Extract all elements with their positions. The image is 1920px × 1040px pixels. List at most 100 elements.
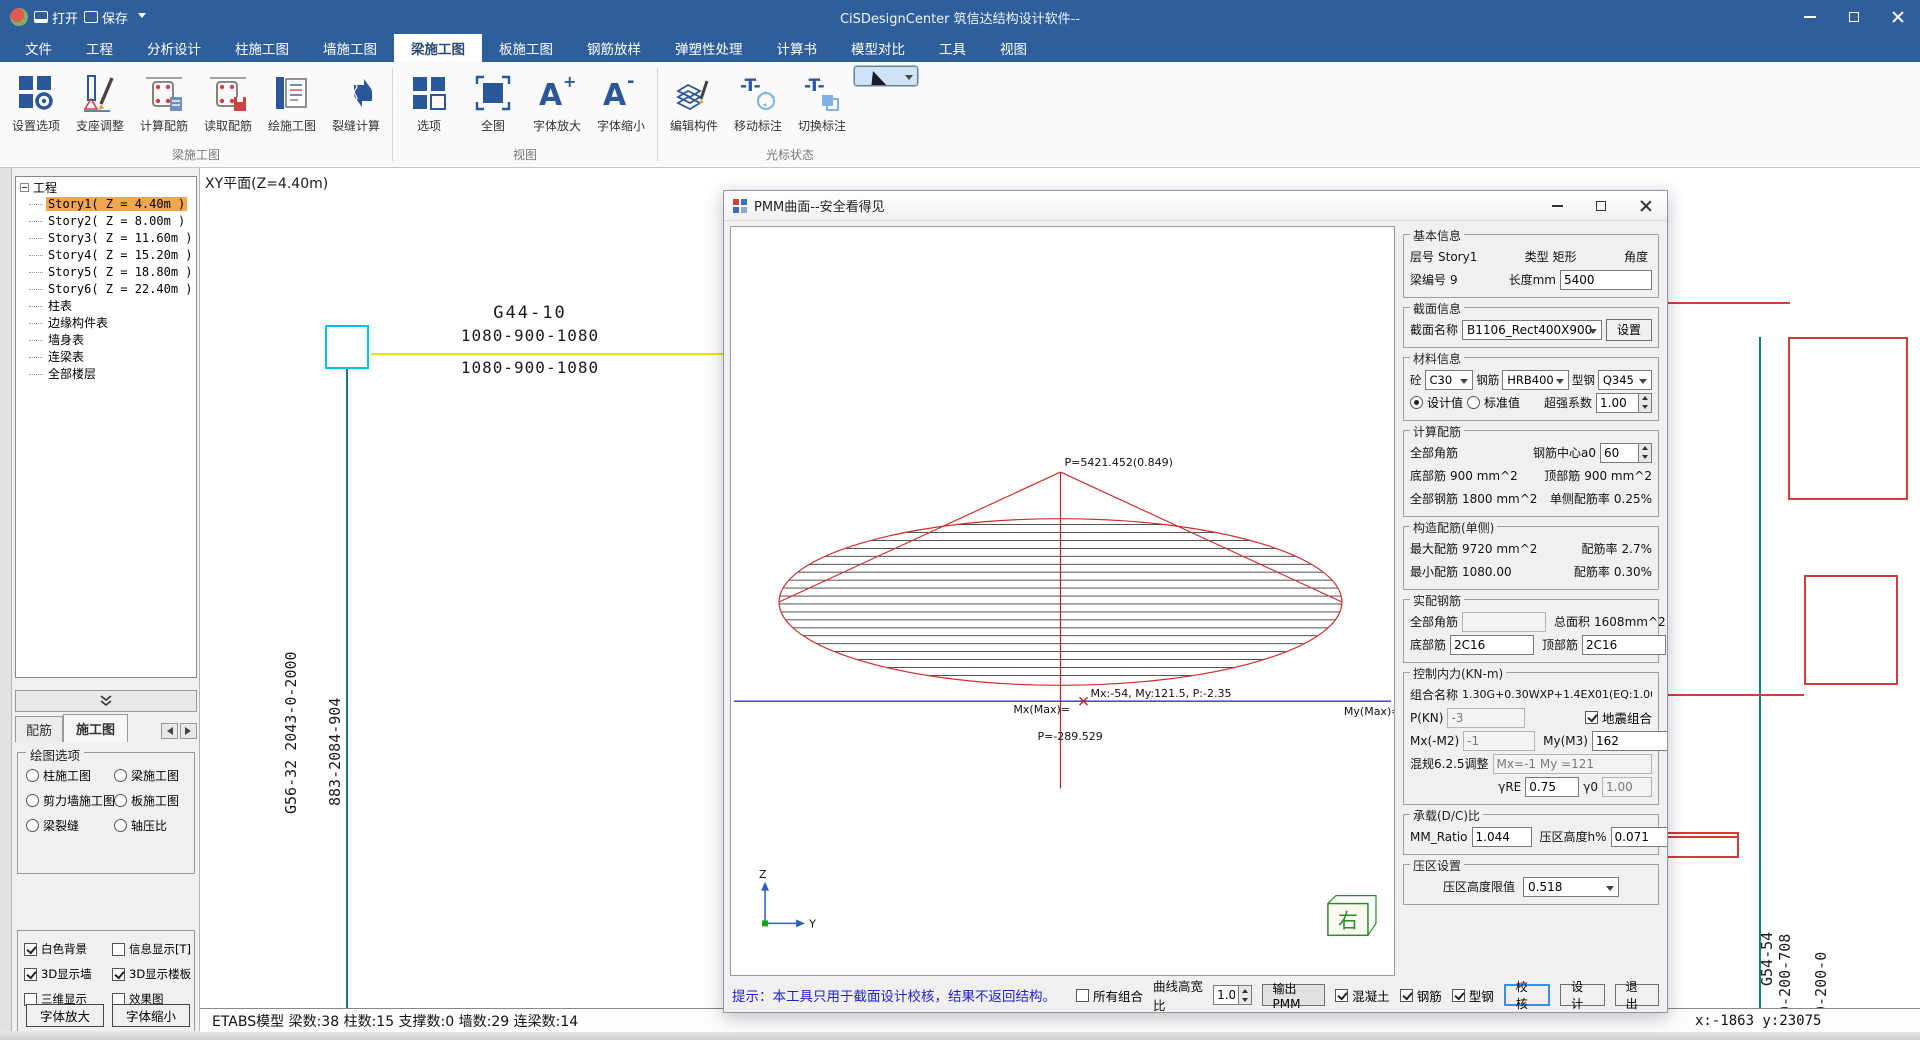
draw-option-radio-1[interactable]: 柱施工图 (26, 767, 114, 784)
ribbon-button-select-cursor[interactable]: 选择实体 (854, 66, 918, 86)
export-pmm-button[interactable]: 输出PMM (1262, 984, 1326, 1006)
menu-tab-1[interactable]: 文件 (8, 34, 69, 62)
menu-tab-9[interactable]: 弹塑性处理 (658, 34, 760, 62)
menu-tab-5[interactable]: 墙施工图 (306, 34, 394, 62)
tree-item-8[interactable]: 边缘构件表 (20, 315, 196, 332)
quake-combo-checkbox[interactable]: 地震组合 (1585, 708, 1652, 727)
font-enlarge-button[interactable]: 字体放大 (26, 1004, 104, 1027)
compression-limit-select[interactable]: 0.518 (1523, 877, 1619, 897)
steel-checkbox[interactable]: 型钢 (1452, 986, 1494, 1005)
tree-item-7[interactable]: 柱表 (20, 298, 196, 315)
save-button[interactable]: 保存 (84, 8, 128, 27)
menu-tab-13[interactable]: 视图 (983, 34, 1044, 62)
rebar-grade-select[interactable]: HRB400 (1502, 370, 1569, 390)
ribbon-button-draw-sheet[interactable]: 绘施工图 (260, 66, 324, 137)
draw-option-radio-6[interactable]: 轴压比 (114, 817, 198, 834)
tabs-scroll-left-button[interactable] (161, 723, 178, 739)
actual-corner-input[interactable] (1462, 612, 1546, 632)
font-shrink-button[interactable]: 字体缩小 (112, 1004, 190, 1027)
p-force-input[interactable] (1447, 708, 1525, 728)
ribbon-button-font-plus[interactable]: A+字体放大 (525, 66, 589, 137)
ribbon-button-grid[interactable]: 选项 (397, 66, 461, 137)
overstrength-spinner[interactable] (1596, 393, 1652, 413)
tree-root[interactable]: 工程 (20, 179, 196, 196)
menu-tab-8[interactable]: 钢筋放样 (570, 34, 658, 62)
ribbon-button-section-read[interactable]: 读取配筋 (196, 66, 260, 137)
open-button[interactable]: 打开 (34, 8, 78, 27)
tree-item-5[interactable]: Story5( Z = 18.80m ) (20, 264, 196, 281)
actual-top-input[interactable] (1582, 635, 1666, 655)
tree-item-10[interactable]: 连梁表 (20, 349, 196, 366)
menu-tab-12[interactable]: 工具 (922, 34, 983, 62)
section-name-select[interactable]: B1106_Rect400X900 (1462, 320, 1602, 340)
pmm-chart[interactable]: P=5421.452(0.849) Mx(Max)= P=-289.529 Mx… (730, 226, 1395, 976)
tree-item-2[interactable]: Story2( Z = 8.00m ) (20, 213, 196, 230)
dialog-maximize-button[interactable] (1579, 191, 1623, 221)
tree-item-4[interactable]: Story4( Z = 15.20m ) (20, 247, 196, 264)
menu-tab-2[interactable]: 工程 (69, 34, 130, 62)
exit-button[interactable]: 退出 (1615, 984, 1659, 1006)
tabs-scroll-right-button[interactable] (180, 723, 197, 739)
gamma-re-input[interactable] (1525, 777, 1579, 797)
tree-item-9[interactable]: 墙身表 (20, 332, 196, 349)
concrete-checkbox[interactable]: 混凝土 (1335, 986, 1390, 1005)
rebar-checkbox[interactable]: 钢筋 (1400, 986, 1442, 1005)
menu-tab-3[interactable]: 分析设计 (130, 34, 218, 62)
ribbon-button-grid-gear[interactable]: 设置选项 (4, 66, 68, 137)
project-tree[interactable]: 工程 Story1( Z = 4.40m )Story2( Z = 8.00m … (15, 176, 197, 678)
code-adjust-input[interactable] (1493, 754, 1652, 774)
ribbon-button-font-minus[interactable]: A-字体缩小 (589, 66, 653, 137)
quick-access-dropdown-icon[interactable] (138, 13, 146, 22)
menu-tab-11[interactable]: 模型对比 (834, 34, 922, 62)
ribbon-button-section-calc[interactable]: 计算配筋 (132, 66, 196, 137)
aspect-ratio-spinner[interactable] (1213, 985, 1251, 1005)
menu-tab-7[interactable]: 板施工图 (482, 34, 570, 62)
mm-ratio-input[interactable] (1472, 827, 1532, 847)
compression-height-input[interactable] (1611, 827, 1667, 847)
draw-option-radio-5[interactable]: 梁裂缝 (26, 817, 114, 834)
actual-bottom-input[interactable] (1450, 635, 1534, 655)
display-option-checkbox-3[interactable]: 3D显示墙 (24, 966, 112, 982)
draw-option-radio-4[interactable]: 板施工图 (114, 792, 198, 809)
tree-item-1[interactable]: Story1( Z = 4.40m ) (20, 196, 196, 213)
dialog-title-bar[interactable]: PMM曲面--安全看得见 (724, 191, 1667, 221)
maximize-button[interactable] (1832, 0, 1876, 34)
dialog-close-button[interactable] (1623, 191, 1667, 221)
my-input[interactable] (1592, 731, 1667, 751)
draw-option-radio-2[interactable]: 梁施工图 (114, 767, 198, 784)
design-button[interactable]: 设计 (1560, 984, 1604, 1006)
design-value-radio[interactable]: 设计值 (1410, 394, 1463, 411)
ribbon-button-crack-calc[interactable]: 裂缝计算 (324, 66, 388, 137)
tree-item-6[interactable]: Story6( Z = 22.40m ) (20, 281, 196, 298)
display-option-checkbox-2[interactable]: 信息显示[T] (112, 941, 196, 957)
tab-construction-drawing[interactable]: 施工图 (63, 714, 128, 742)
gamma-0-input[interactable] (1602, 777, 1652, 797)
tree-item-11[interactable]: 全部楼层 (20, 366, 196, 383)
section-settings-button[interactable]: 设置 (1606, 319, 1652, 341)
rebar-center-spinner[interactable] (1600, 443, 1652, 463)
ribbon-button-fit-view[interactable]: 全图 (461, 66, 525, 137)
minimize-button[interactable] (1788, 0, 1832, 34)
ribbon-button-edit-member[interactable]: 编辑构件 (662, 66, 726, 137)
close-button[interactable] (1876, 0, 1920, 34)
dialog-minimize-button[interactable] (1535, 191, 1579, 221)
menu-tab-6[interactable]: 梁施工图 (394, 34, 482, 62)
menu-tab-4[interactable]: 柱施工图 (218, 34, 306, 62)
tree-expand-icon[interactable] (20, 183, 29, 192)
left-rail[interactable] (0, 168, 12, 1040)
ribbon-button-support-pencil[interactable]: 支座调整 (68, 66, 132, 137)
mx-input[interactable] (1463, 731, 1535, 751)
display-option-checkbox-1[interactable]: 白色背景 (24, 941, 112, 957)
display-option-checkbox-4[interactable]: 3D显示楼板 (112, 966, 196, 982)
verify-button[interactable]: 校核 (1504, 984, 1550, 1006)
collapse-panel-button[interactable] (15, 690, 197, 712)
standard-value-radio[interactable]: 标准值 (1467, 394, 1520, 411)
tree-item-3[interactable]: Story3( Z = 11.60m ) (20, 230, 196, 247)
beam-length-input[interactable] (1560, 270, 1652, 290)
all-combos-checkbox[interactable]: 所有组合 (1076, 986, 1143, 1005)
draw-option-radio-3[interactable]: 剪力墙施工图 (26, 792, 114, 809)
steel-grade-select[interactable]: Q345 (1598, 370, 1652, 390)
tab-rebar[interactable]: 配筋 (15, 716, 63, 742)
ribbon-button-toggle-label[interactable]: -T-切换标注 (790, 66, 854, 137)
menu-tab-10[interactable]: 计算书 (760, 34, 835, 62)
